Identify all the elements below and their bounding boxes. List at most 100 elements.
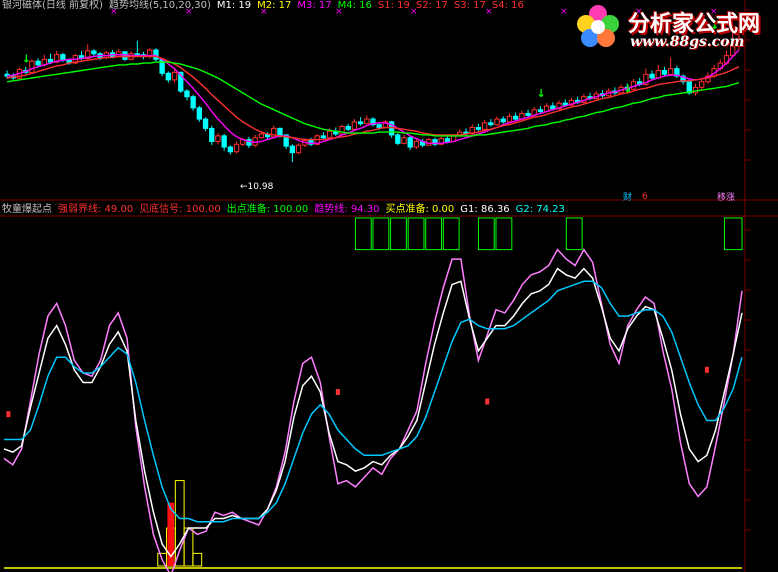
candle-body — [444, 138, 451, 142]
candle-body — [184, 90, 190, 98]
signal-dot-1 — [335, 389, 340, 395]
lower-value-1: 见底信号: 100.00 — [139, 204, 221, 215]
candle-body — [47, 58, 54, 63]
upper-header: 银河磁体(日线 前复权) 趋势均线(5,10,20,30) M1: 19 M2: 17… — [2, 0, 536, 12]
candle-body — [351, 121, 358, 130]
candle-body — [209, 127, 215, 142]
exit-signal-box — [407, 217, 425, 251]
candle-body — [500, 118, 506, 123]
candle-body — [196, 107, 203, 120]
candle-body — [475, 126, 482, 130]
lower-value-2: 出点准备: 100.00 — [226, 204, 309, 215]
candle-body — [165, 72, 172, 81]
exit-signal-box — [354, 217, 372, 251]
candle-body — [289, 145, 296, 154]
candle-body — [413, 140, 420, 148]
exit-signal-box — [495, 217, 513, 251]
lower-value-6: G2: 74.23 — [515, 204, 565, 215]
candle-body — [692, 86, 699, 94]
upper-value-5: S2: 17 — [415, 0, 448, 11]
buy-signal-step — [174, 480, 185, 567]
buy-arrow-0: ↓ — [22, 53, 31, 66]
upper-value-0: M1: 19 — [216, 0, 252, 11]
exit-signal-box — [390, 217, 407, 251]
candle-body — [320, 135, 327, 139]
candle-body — [407, 137, 413, 148]
candle-body — [252, 137, 258, 146]
candle-body — [506, 115, 513, 123]
candle-body — [215, 135, 221, 142]
chart-window: × × × × × × × × × ↓ ↓ ↓ ↓ 银河磁体(日线 前复权) 趋势均线(5,10,20,3… — [0, 0, 778, 572]
candle-body — [357, 121, 364, 125]
moving-average-0 — [6, 49, 740, 145]
exit-signal-box — [723, 217, 743, 251]
exit-signal-box — [372, 217, 390, 251]
upper-value-6: S3: 17 — [453, 0, 486, 11]
marker-x: × — [560, 7, 568, 17]
upper-value-3: M4: 16 — [337, 0, 372, 11]
site-logo: 分析家公式网 www.88gs.com — [572, 2, 776, 52]
indicator-line-1 — [3, 267, 743, 558]
candle-body — [376, 124, 382, 128]
candle-body — [488, 122, 494, 126]
candle-body — [668, 68, 674, 75]
candle-body — [512, 115, 519, 120]
lower-header: 牧童爆起点 强弱界线: 49.00 见底信号: 100.00 出点准备: 100.00… — [2, 204, 577, 216]
buy-arrow-1: ↓ — [536, 87, 545, 100]
exit-signal-box — [442, 217, 460, 251]
lower-value-4: 买点准备: 0.00 — [385, 204, 455, 215]
xianqi-tag: 移涨 — [717, 193, 736, 203]
exit-signal-box — [565, 217, 583, 251]
indicator-name: 趋势均线(5,10,20,30) — [108, 0, 211, 11]
lower-value-5: G1: 86.36 — [460, 204, 510, 215]
upper-value-2: M3: 17 — [297, 0, 332, 11]
cai-tag-count: 6 — [642, 192, 648, 202]
upper-value-4: S1: 19 — [377, 0, 410, 11]
stock-title: 银河磁体(日线 前复权) — [2, 0, 103, 11]
candle-body — [649, 73, 655, 79]
candle-body — [562, 102, 568, 106]
candle-body — [364, 118, 370, 125]
low-price-label: ←10.98 — [240, 182, 274, 192]
signal-dot-0 — [6, 411, 11, 418]
candle-body — [550, 105, 556, 110]
cai-tag: 财 — [623, 193, 633, 203]
upper-value-1: M2: 17 — [257, 0, 292, 11]
buy-arrow-2: ↓ — [623, 83, 632, 96]
candle-body — [295, 144, 302, 154]
logo-url: www.88gs.com — [630, 34, 745, 50]
moving-average-1 — [6, 55, 740, 141]
candle-body — [221, 135, 227, 148]
candle-body — [91, 50, 97, 55]
indicator-line-0 — [3, 248, 743, 572]
flower-logo-icon — [577, 5, 619, 47]
upper-value-7: S4: 16 — [491, 0, 524, 11]
candle-body — [153, 49, 159, 60]
candle-body — [525, 112, 531, 116]
candle-body — [401, 137, 407, 144]
candle-body — [494, 118, 500, 126]
candle-body — [277, 127, 283, 136]
candle-body — [481, 122, 488, 130]
lower-value-0: 强弱界线: 49.00 — [58, 204, 134, 215]
candle-body — [190, 96, 196, 109]
lower-value-3: 趋势线: 94.30 — [314, 204, 380, 215]
candle-body — [233, 143, 240, 153]
candle-body — [699, 81, 705, 88]
low-price-value: 10.98 — [247, 182, 274, 192]
exit-signal-box — [477, 217, 495, 251]
candle-body — [134, 53, 141, 56]
sub-indicator-title: 牧童爆起点 — [2, 204, 52, 215]
exit-signal-box — [425, 217, 443, 251]
candle-body — [395, 134, 401, 144]
candle-body — [537, 109, 544, 113]
candle-body — [345, 126, 351, 130]
candle-body — [258, 133, 265, 139]
candle-body — [35, 60, 41, 66]
candle-body — [326, 130, 333, 139]
buy-signal-step — [192, 552, 203, 567]
candle-body — [171, 71, 178, 81]
candle-body — [227, 146, 234, 153]
chart-canvas[interactable]: × × × × × × × × ×↓↓ ↓↓ — [0, 0, 778, 572]
candle-body — [661, 70, 668, 75]
